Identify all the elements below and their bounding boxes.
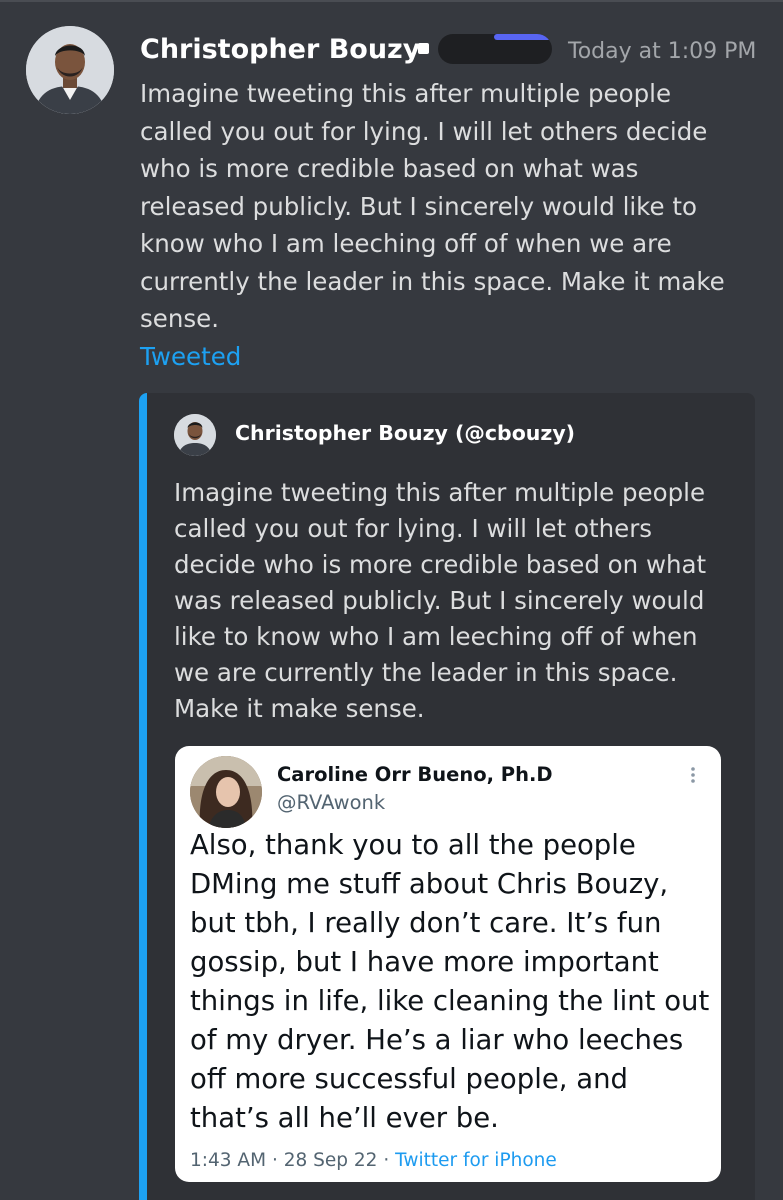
tweeted-link[interactable]: Tweeted [140, 338, 241, 376]
role-dot [418, 43, 429, 54]
footer-separator: · [383, 1150, 390, 1171]
quoted-tweet-line: gossip, but I have more important [190, 946, 659, 978]
message-line: sense. [140, 304, 219, 333]
message-content: Imagine tweeting this after multiple peo… [140, 75, 760, 338]
embed-line: Imagine tweeting this after multiple peo… [174, 478, 706, 507]
message-line: currently the leader in this space. Make… [140, 266, 725, 296]
message-line: called you out for lying. I will let oth… [140, 116, 708, 146]
more-vertical-icon[interactable] [683, 760, 703, 790]
quoted-tweet-text: Also, thank you to all the people DMing … [190, 826, 712, 1138]
embed-author-name[interactable]: Christopher Bouzy (@cbouzy) [235, 419, 575, 447]
quoted-tweet-footer: 1:43 AM · 28 Sep 22 · Twitter for iPhone [190, 1148, 557, 1174]
embed-accent-bar [139, 393, 147, 1200]
quoted-tweet-avatar[interactable] [190, 756, 262, 828]
quoted-tweet-line: off more successful people, and [190, 1063, 628, 1095]
embed-line: decide who is more credible based on wha… [174, 550, 707, 579]
embed-line: we are currently the leader in this spac… [174, 658, 678, 687]
quoted-tweet-line: DMing me stuff about Chris Bouzy, [190, 868, 669, 900]
quoted-tweet-name[interactable]: Caroline Orr Bueno, Ph.D [277, 762, 553, 788]
quoted-tweet-card[interactable]: Caroline Orr Bueno, Ph.D @RVAwonk Also, … [175, 746, 721, 1182]
embed-line: Make it make sense. [174, 694, 425, 723]
quoted-tweet-time[interactable]: 1:43 AM [190, 1150, 266, 1171]
quoted-tweet-line: things in life, like cleaning the lint o… [190, 985, 710, 1017]
quoted-tweet-line: Also, thank you to all the people [190, 829, 636, 861]
author-avatar[interactable] [26, 26, 114, 114]
footer-separator: · [271, 1150, 278, 1171]
quoted-tweet-source[interactable]: Twitter for iPhone [395, 1150, 557, 1171]
message-line: Imagine tweeting this after multiple peo… [140, 79, 672, 108]
quoted-tweet-line: that’s all he’ll ever be. [190, 1102, 499, 1134]
quoted-tweet-line: but tbh, I really don’t care. It’s fun [190, 907, 662, 939]
message-author-name[interactable]: Christopher Bouzy [140, 32, 420, 68]
quoted-tweet-handle[interactable]: @RVAwonk [277, 790, 385, 816]
embed-author-avatar[interactable] [174, 414, 216, 456]
quoted-tweet-line: of my dryer. He’s a liar who leeches [190, 1024, 684, 1056]
embed-line: called you out for lying. I will let oth… [174, 514, 653, 543]
message-line: released publicly. But I sincerely would… [140, 191, 697, 221]
discord-chat-view: Christopher Bouzy Today at 1:09 PM Imagi… [0, 0, 783, 1200]
embed-description: Imagine tweeting this after multiple peo… [174, 475, 744, 727]
redacted-tag [438, 34, 552, 64]
redacted-tag-accent [494, 34, 552, 40]
message-line: who is more credible based on what was [140, 154, 639, 183]
embed-line: was released publicly. But I sincerely w… [174, 586, 705, 615]
quoted-tweet-date[interactable]: 28 Sep 22 [284, 1150, 378, 1171]
message-line: know who I am leeching off of when we ar… [140, 229, 672, 258]
message-timestamp: Today at 1:09 PM [568, 39, 757, 64]
embed-line: like to know who I am leeching off of wh… [174, 622, 698, 651]
top-divider [0, 0, 783, 2]
